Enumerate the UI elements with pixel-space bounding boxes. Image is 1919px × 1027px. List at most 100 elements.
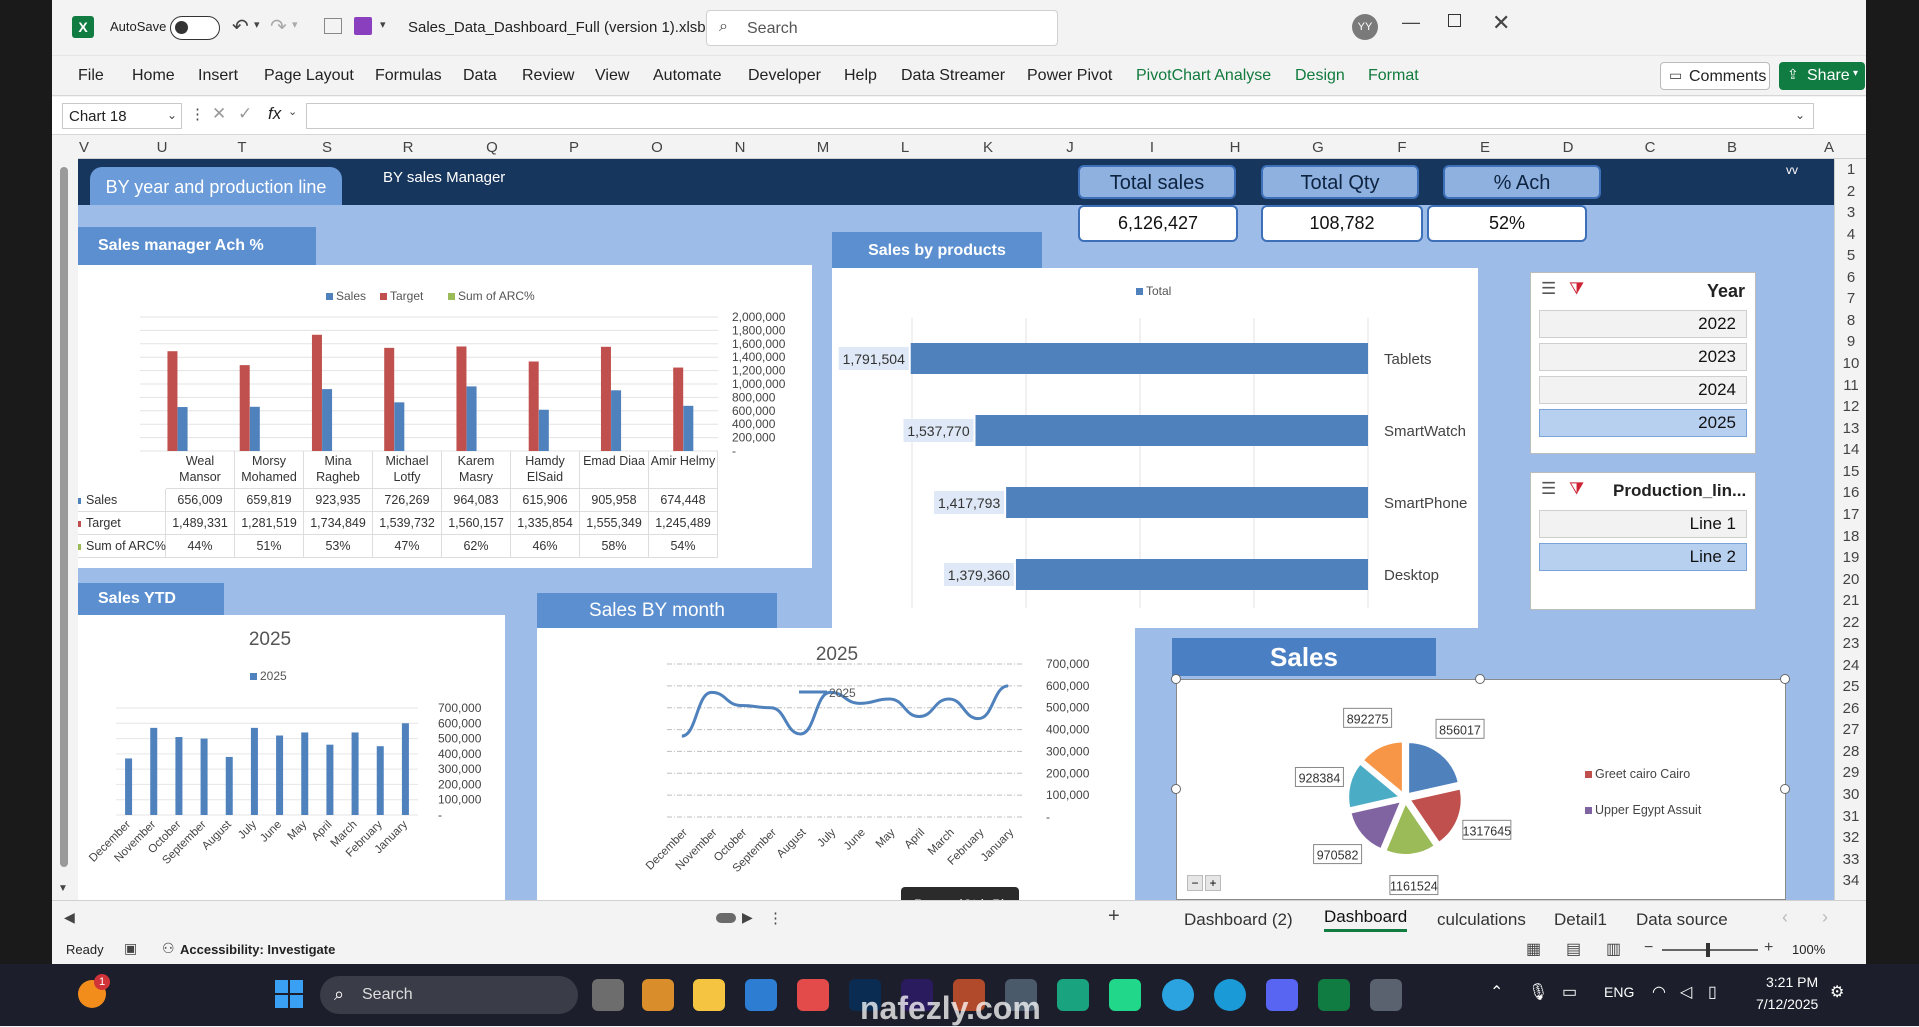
nav-tab-sales-manager[interactable]: BY sales Manager <box>383 169 505 186</box>
nav-tab-year-production[interactable]: BY year and production line <box>90 167 342 205</box>
row-header[interactable]: 29 <box>1836 764 1866 781</box>
row-header[interactable]: 19 <box>1836 549 1866 566</box>
app3-icon[interactable] <box>1370 979 1402 1011</box>
col-header[interactable]: S <box>307 139 347 156</box>
sheet-tab-dashboard[interactable]: Dashboard <box>1324 907 1408 932</box>
share-button[interactable]: ⇪ Share ▾ <box>1779 62 1865 90</box>
sheet-tab-detail1[interactable]: Detail1 <box>1554 910 1607 930</box>
row-header[interactable]: 20 <box>1836 571 1866 588</box>
chart-selection-handle[interactable] <box>1171 674 1181 684</box>
form-icon[interactable] <box>324 18 342 34</box>
redo-dropdown-icon[interactable]: ▾ <box>292 18 298 31</box>
wifi-icon[interactable]: ◠ <box>1652 982 1666 1002</box>
row-header[interactable]: 14 <box>1836 441 1866 458</box>
col-header[interactable]: M <box>803 139 843 156</box>
expand-button[interactable]: + <box>1205 875 1221 891</box>
chart-selection-handle[interactable] <box>1780 784 1790 794</box>
row-header[interactable]: 17 <box>1836 506 1866 523</box>
more-sheets-icon[interactable]: ⋮ <box>768 909 783 927</box>
row-header[interactable]: 22 <box>1836 614 1866 631</box>
comments-button[interactable]: ▭ Comments <box>1660 62 1770 90</box>
row-header[interactable]: 11 <box>1836 377 1866 394</box>
line-slicer-item-line1[interactable]: Line 1 <box>1539 510 1747 538</box>
macro-record-icon[interactable]: ▣ <box>124 940 137 957</box>
notifications-icon[interactable]: ⚙ <box>1830 982 1844 1002</box>
tab-formulas[interactable]: Formulas <box>375 67 442 85</box>
confirm-entry-icon[interactable]: ✓ <box>238 104 252 124</box>
name-box[interactable]: Chart 18 ⌄ <box>62 103 182 129</box>
col-header[interactable]: D <box>1548 139 1588 156</box>
year-slicer-item-2025[interactable]: 2025 <box>1539 409 1747 437</box>
add-sheet-icon[interactable]: + <box>1108 905 1120 928</box>
col-header[interactable]: F <box>1382 139 1422 156</box>
snipping-tool-icon[interactable] <box>642 979 674 1011</box>
pycharm-icon[interactable] <box>1109 979 1141 1011</box>
app-icon[interactable] <box>745 979 777 1011</box>
sheet-tab-data-source[interactable]: Data source <box>1636 910 1728 930</box>
tabs-prev-icon[interactable]: ‹ <box>1782 907 1788 928</box>
tab-help[interactable]: Help <box>844 67 877 85</box>
display-icon[interactable]: ▭ <box>1562 982 1577 1002</box>
edge-icon[interactable] <box>1214 979 1246 1011</box>
zoom-out-icon[interactable]: − <box>1644 939 1653 957</box>
row-header[interactable]: 24 <box>1836 657 1866 674</box>
col-header[interactable]: C <box>1630 139 1670 156</box>
formula-input[interactable]: ⌄ <box>306 103 1814 129</box>
col-header[interactable]: B <box>1712 139 1752 156</box>
row-header[interactable]: 13 <box>1836 420 1866 437</box>
tab-automate[interactable]: Automate <box>653 67 721 85</box>
row-header[interactable]: 7 <box>1836 290 1866 307</box>
col-header[interactable]: G <box>1298 139 1338 156</box>
year-slicer-item-2023[interactable]: 2023 <box>1539 343 1747 371</box>
tabs-next-icon[interactable]: › <box>1822 907 1828 928</box>
row-header[interactable]: 25 <box>1836 678 1866 695</box>
row-header[interactable]: 27 <box>1836 721 1866 738</box>
row-header[interactable]: 1 <box>1836 161 1866 178</box>
tab-insert[interactable]: Insert <box>198 67 238 85</box>
sheet-tab-dashboard-2[interactable]: Dashboard (2) <box>1184 910 1293 930</box>
row-header[interactable]: 18 <box>1836 528 1866 545</box>
vertical-scroll-thumb[interactable] <box>60 167 68 867</box>
sheet-tab-culculations[interactable]: culculations <box>1437 910 1526 930</box>
row-header[interactable]: 8 <box>1836 312 1866 329</box>
products-chart-panel[interactable]: Total 1,791,504 Tablets 1,537,770 SmartWatch… <box>832 268 1478 628</box>
col-header[interactable]: P <box>554 139 594 156</box>
tab-data[interactable]: Data <box>463 67 497 85</box>
task-view-icon[interactable] <box>592 979 624 1011</box>
customize-toolbar-icon[interactable]: ▾ <box>380 18 386 31</box>
chart-selection-handle[interactable] <box>1780 674 1790 684</box>
tab-pivotchart-analyse[interactable]: PivotChart Analyse <box>1136 67 1271 85</box>
cancel-entry-icon[interactable]: ✕ <box>212 104 226 124</box>
tab-home[interactable]: Home <box>132 67 175 85</box>
zoom-level[interactable]: 100% <box>1792 942 1825 957</box>
volume-icon[interactable]: ◁ <box>1680 982 1692 1002</box>
tab-developer[interactable]: Developer <box>748 67 821 85</box>
row-header[interactable]: 9 <box>1836 333 1866 350</box>
row-header[interactable]: 15 <box>1836 463 1866 480</box>
production-line-slicer[interactable]: ☰ ⧩ Production_lin... Line 1 Line 2 <box>1530 472 1756 610</box>
minimize-icon[interactable]: — <box>1402 12 1420 33</box>
page-break-view-icon[interactable]: ▥ <box>1606 939 1621 959</box>
col-header[interactable]: K <box>968 139 1008 156</box>
undo-dropdown-icon[interactable]: ▾ <box>254 18 260 31</box>
row-header[interactable]: 23 <box>1836 635 1866 652</box>
row-header[interactable]: 26 <box>1836 700 1866 717</box>
scroll-right-icon[interactable]: ▶ <box>742 909 753 926</box>
row-header[interactable]: 34 <box>1836 872 1866 889</box>
row-header[interactable]: 21 <box>1836 592 1866 609</box>
zoom-in-icon[interactable]: + <box>1764 939 1773 957</box>
clock-time[interactable]: 3:21 PM <box>1766 974 1818 990</box>
close-icon[interactable]: ✕ <box>1492 10 1510 36</box>
col-header[interactable]: E <box>1465 139 1505 156</box>
avatar[interactable]: YY <box>1352 14 1378 40</box>
tab-page-layout[interactable]: Page Layout <box>264 67 354 85</box>
line-slicer-item-line2[interactable]: Line 2 <box>1539 543 1747 571</box>
row-header[interactable]: 28 <box>1836 743 1866 760</box>
prev-sheet-icon[interactable]: ◀ <box>64 909 75 926</box>
col-header[interactable]: J <box>1050 139 1090 156</box>
language-indicator[interactable]: ENG <box>1604 984 1634 1000</box>
normal-view-icon[interactable]: ▦ <box>1526 939 1541 959</box>
excel-taskbar-icon[interactable] <box>1318 979 1350 1011</box>
col-header[interactable]: H <box>1215 139 1255 156</box>
row-header[interactable]: 12 <box>1836 398 1866 415</box>
